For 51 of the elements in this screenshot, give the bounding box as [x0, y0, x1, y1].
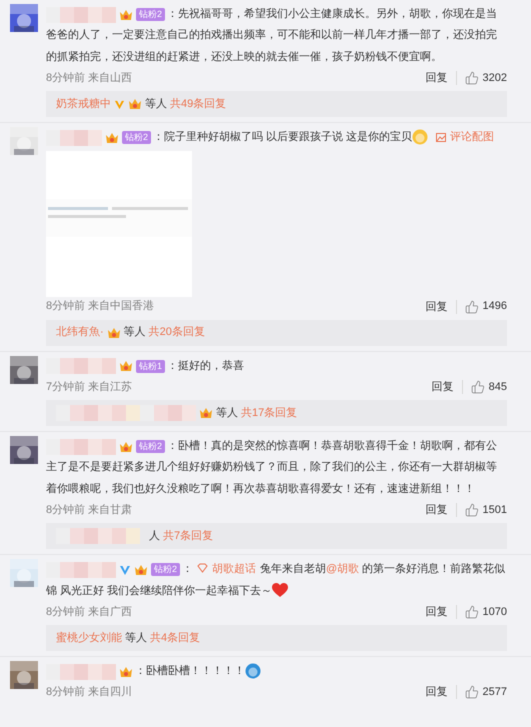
- pixelated-name: [46, 438, 116, 455]
- reply-button[interactable]: 回复: [426, 685, 457, 700]
- comment-time-location: 8分钟前 来自山西: [46, 70, 132, 86]
- image-icon: [436, 133, 446, 142]
- like-button[interactable]: 2577: [456, 684, 507, 701]
- thumbs-up-icon: [470, 380, 485, 394]
- others-label: 等人: [124, 325, 146, 340]
- pixelated-name: [46, 130, 102, 146]
- reply-button[interactable]: 回复: [426, 605, 457, 620]
- others-label: 等人: [145, 96, 167, 112]
- reply-button[interactable]: 回复: [426, 71, 457, 86]
- heart-icon: [272, 583, 288, 598]
- thumbs-up-icon: [464, 71, 479, 86]
- diamond-icon: [197, 563, 208, 574]
- thumbs-up-icon: [464, 300, 479, 314]
- fan-level-badge: 钻粉2: [136, 8, 166, 21]
- pixelated-name: [46, 358, 116, 374]
- comment-text: 钻粉1 ：挺好的，恭喜: [46, 356, 507, 378]
- reply-thread-bar[interactable]: 等人 共17条回复: [46, 400, 507, 426]
- comment-time-location: 8分钟前 来自四川: [46, 685, 132, 700]
- fan-level-badge: 钻粉2: [151, 563, 180, 576]
- comment-time-location: 8分钟前 来自广西: [46, 604, 132, 620]
- comment-text: 钻粉2 ： 胡歌超话 兔年来自老胡@胡歌 的第一条好消息！前路繁花似锦 风光正好 我们会继续陪伴你一起幸福下去～: [46, 560, 506, 600]
- others-label: 人: [149, 529, 160, 544]
- thumbs-up-icon: [464, 605, 479, 620]
- comment-text: ：卧槽卧槽！！！！！: [46, 661, 507, 682]
- like-button[interactable]: 3202: [456, 70, 507, 86]
- fan-level-badge: 钻粉1: [136, 360, 166, 373]
- reply-button[interactable]: 回复: [426, 503, 457, 518]
- comment-time-location: 8分钟前 来自中国香港: [46, 298, 154, 314]
- comment-text: 钻粉2 ：院子里种好胡椒了吗 以后要跟孩子说 这是你的宝贝 评论配图: [46, 127, 507, 149]
- like-button[interactable]: 1496: [456, 298, 507, 315]
- thumbs-up-icon: [464, 503, 479, 518]
- thumbs-up-icon: [464, 685, 479, 700]
- reply-thread-bar[interactable]: 人 共7条回复: [46, 523, 507, 550]
- like-button[interactable]: 845: [462, 378, 507, 396]
- pixelated-name: [46, 562, 116, 578]
- comment-text: 钻粉2 ：卧槽！真的是突然的惊喜啊！恭喜胡歌喜得千金！胡歌啊，都有公主了是不是要赶紧多进几个组好好赚奶粉钱了？而且，除了我们的公主，你还有一大群胡椒等着你喂粮呢，我们也好久没粮吃了啊！再次恭喜胡歌喜得爱女！还有，速速进新组！！！: [46, 438, 498, 497]
- like-button[interactable]: 1501: [456, 502, 507, 518]
- fan-level-badge: 钻粉2: [122, 131, 152, 144]
- fan-level-badge: 钻粉2: [136, 440, 166, 454]
- comment-text: 钻粉2 ：先祝福哥哥，希望我们小公主健康成长。另外，胡歌，你现在是当爸爸的人了，一定要注意自己的拍戏播出频率，可不能和以前一样几年才播一部了，还没拍完的抓紧拍完，还没进组的赶紧进，还没上映的就去催一催，孩子奶粉钱不便宜啊。: [46, 6, 498, 65]
- reply-button[interactable]: 回复: [432, 380, 463, 394]
- reply-button[interactable]: 回复: [426, 300, 457, 314]
- others-label: 等人: [216, 406, 238, 421]
- others-label: 等人: [125, 630, 147, 646]
- comment-time-location: 7分钟前 来自江苏: [46, 380, 132, 395]
- pixelated-name: [46, 664, 116, 680]
- like-button[interactable]: 1070: [456, 604, 507, 620]
- pixelated-name: [46, 6, 116, 22]
- comment-time-location: 8分钟前 来自甘肃: [46, 503, 132, 518]
